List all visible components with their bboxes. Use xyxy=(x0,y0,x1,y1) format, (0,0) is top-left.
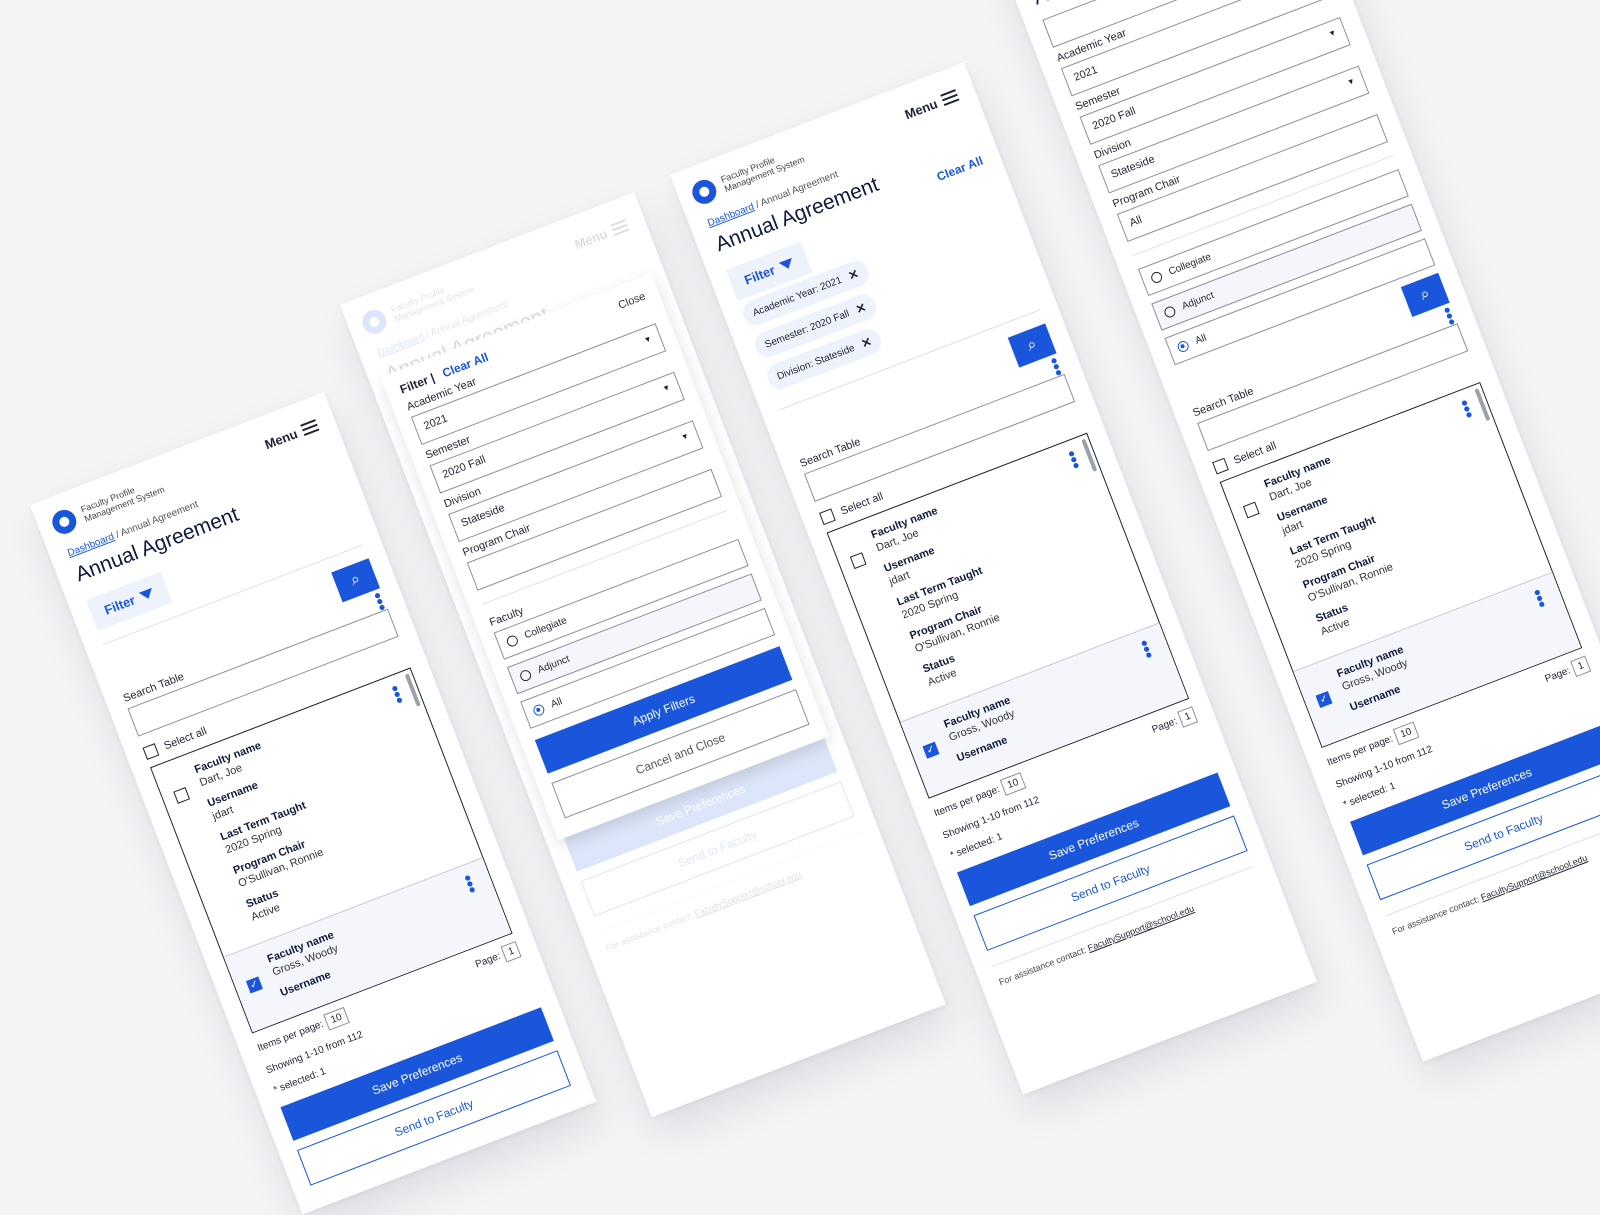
radio[interactable] xyxy=(1162,304,1178,320)
close-icon[interactable]: ✕ xyxy=(859,334,873,351)
logo-icon xyxy=(688,176,720,208)
items-per-page-select[interactable]: 10 xyxy=(1393,721,1420,746)
radio-selected[interactable] xyxy=(531,703,547,718)
hamburger-icon xyxy=(300,419,320,437)
select-all-checkbox[interactable] xyxy=(1212,457,1229,475)
row-checkbox[interactable] xyxy=(173,787,191,804)
support-email-link[interactable]: FacultySupport@school.edu xyxy=(1479,853,1588,903)
page-select[interactable]: 1 xyxy=(1177,706,1199,728)
row-options-icon[interactable]: ••• xyxy=(1454,397,1479,422)
items-per-page-select[interactable]: 10 xyxy=(323,1007,350,1031)
row-options-icon[interactable]: ••• xyxy=(385,682,410,707)
page-select[interactable]: 1 xyxy=(1570,655,1592,677)
row-checkbox-checked[interactable]: ✓ xyxy=(246,976,263,994)
row-options-icon[interactable]: ••• xyxy=(457,872,482,897)
logo-icon xyxy=(358,306,390,338)
menu-label: Menu xyxy=(262,425,300,452)
items-per-page-select[interactable]: 10 xyxy=(1000,772,1026,796)
row-checkbox-checked[interactable]: ✓ xyxy=(922,741,940,759)
row-options-icon[interactable]: ••• xyxy=(1134,637,1159,662)
row-checkbox[interactable] xyxy=(1242,501,1260,519)
search-icon: ⌕ xyxy=(1417,284,1433,304)
row-options-icon[interactable]: ••• xyxy=(1061,447,1086,472)
close-button[interactable]: Close xyxy=(617,290,648,311)
funnel-icon xyxy=(138,587,155,602)
chevron-down-icon: ▼ xyxy=(661,382,672,394)
radio[interactable] xyxy=(505,633,520,649)
logo-icon xyxy=(48,506,80,538)
row-checkbox-checked[interactable]: ✓ xyxy=(1315,691,1333,708)
table-options-icon[interactable]: ••• xyxy=(367,589,392,614)
hamburger-icon xyxy=(940,89,960,107)
table-options-icon[interactable]: ••• xyxy=(1437,304,1462,329)
select-all-checkbox[interactable] xyxy=(819,508,836,526)
search-icon: ⌕ xyxy=(1024,335,1040,355)
menu-button[interactable]: Menu xyxy=(262,418,320,452)
chevron-down-icon: ▼ xyxy=(679,430,691,443)
chevron-down-icon: ▼ xyxy=(1345,76,1357,88)
row-checkbox[interactable] xyxy=(849,552,867,570)
close-icon[interactable]: ✕ xyxy=(846,267,860,284)
page-select[interactable]: 1 xyxy=(500,940,522,963)
row-options-icon[interactable]: ••• xyxy=(1527,586,1552,611)
radio-selected[interactable] xyxy=(1176,339,1191,354)
chevron-down-icon: ▼ xyxy=(1327,27,1338,39)
search-icon: ⌕ xyxy=(348,570,363,590)
hamburger-icon xyxy=(610,219,630,237)
radio[interactable] xyxy=(518,668,533,683)
close-icon[interactable]: ✕ xyxy=(854,300,868,317)
menu-button[interactable]: Menu xyxy=(902,88,960,122)
radio[interactable] xyxy=(1149,270,1164,285)
support-email-link[interactable]: FacultySupport@school.edu xyxy=(1086,903,1195,953)
chevron-down-icon: ▼ xyxy=(642,333,654,346)
table-options-icon[interactable]: ••• xyxy=(1044,354,1069,379)
funnel-icon xyxy=(778,257,795,272)
select-all-checkbox[interactable] xyxy=(142,743,160,760)
clear-all-link[interactable]: Clear All xyxy=(935,154,985,184)
